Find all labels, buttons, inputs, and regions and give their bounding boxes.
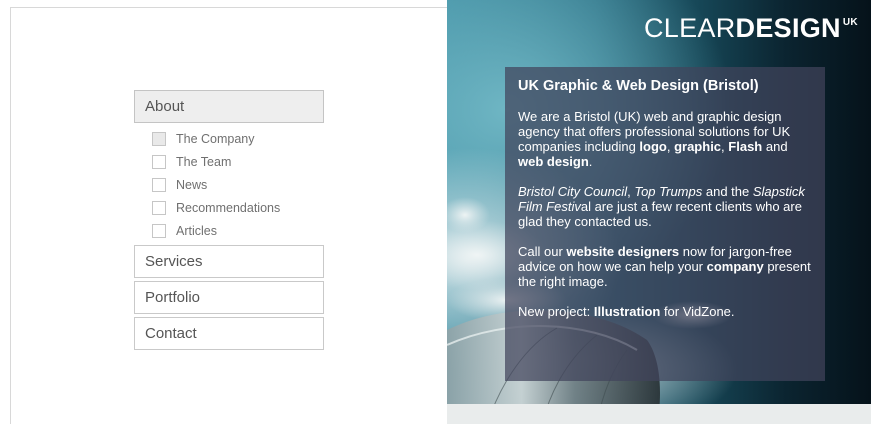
intro-paragraph-3: Call our website designers now for jargo… (518, 244, 814, 289)
intro-panel: UK Graphic & Web Design (Bristol) We are… (505, 67, 825, 381)
main-navigation: About The Company The Team News Recommen… (134, 90, 324, 353)
about-subnav: The Company The Team News Recommendation… (134, 127, 324, 242)
logo-text-design: DESIGN (735, 13, 841, 43)
company-link[interactable]: company (707, 259, 764, 274)
graphic-link[interactable]: graphic (674, 139, 721, 154)
text: and the (702, 184, 753, 199)
intro-paragraph-4: New project: Illustration for VidZone. (518, 304, 814, 319)
client-top-trumps: Top Trumps (634, 184, 703, 199)
web-design-link[interactable]: web design (518, 154, 589, 169)
client-bristol-city-council: Bristol City Council (518, 184, 628, 199)
text: Call our (518, 244, 567, 259)
subnav-item-recommendations[interactable]: Recommendations (134, 196, 324, 219)
flash-link[interactable]: Flash (728, 139, 762, 154)
website-designers-link[interactable]: website designers (566, 244, 679, 259)
subnav-item-articles[interactable]: Articles (134, 219, 324, 242)
illustration-link[interactable]: Illustration (594, 304, 660, 319)
subnav-label: Articles (176, 223, 217, 238)
checkbox-icon (152, 223, 166, 238)
subnav-label: Recommendations (176, 200, 281, 215)
nav-about[interactable]: About (134, 90, 324, 123)
subnav-label: News (176, 177, 208, 192)
text: New project: (518, 304, 594, 319)
checkbox-icon (152, 177, 166, 192)
nav-services[interactable]: Services (134, 245, 324, 278)
intro-paragraph-1: We are a Bristol (UK) web and graphic de… (518, 109, 814, 169)
subnav-label: The Company (176, 131, 255, 146)
text: . (588, 154, 593, 169)
checkbox-icon (152, 131, 166, 146)
subnav-label: The Team (176, 154, 232, 169)
checkbox-icon (152, 200, 166, 215)
clear-design-logo[interactable]: CLEARDESIGN UK (644, 13, 871, 53)
text: for VidZone. (660, 304, 735, 319)
text: and (762, 139, 788, 154)
subnav-item-the-team[interactable]: The Team (134, 150, 324, 173)
hero-banner: CLEARDESIGN UK UK Graphic & Web Design (B… (447, 0, 871, 424)
frame-top-border (10, 7, 450, 8)
intro-paragraph-2: Bristol City Council, Top Trumps and the… (518, 184, 814, 229)
logo-link[interactable]: logo (639, 139, 666, 154)
nav-portfolio[interactable]: Portfolio (134, 281, 324, 314)
text: , (666, 139, 675, 154)
nav-contact[interactable]: Contact (134, 317, 324, 350)
logo-text-uk: UK (842, 17, 858, 28)
logo-text-clear: CLEAR (644, 13, 736, 43)
intro-heading: UK Graphic & Web Design (Bristol) (518, 78, 759, 94)
checkbox-icon (152, 154, 166, 169)
subnav-item-the-company[interactable]: The Company (134, 127, 324, 150)
subnav-item-news[interactable]: News (134, 173, 324, 196)
frame-left-border (10, 7, 11, 424)
